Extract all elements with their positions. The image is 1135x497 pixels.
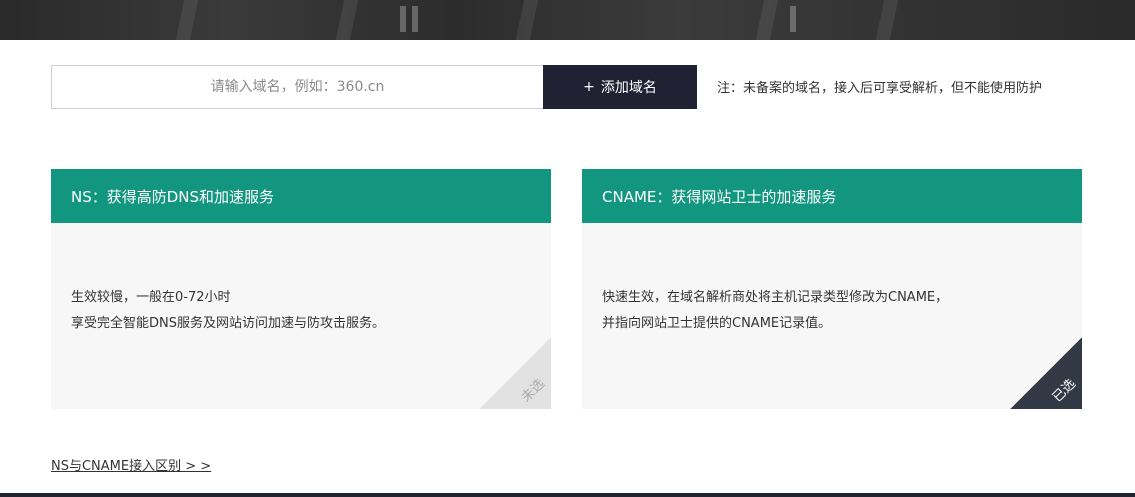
cname-card-line: 并指向网站卫士提供的CNAME记录值。 [602, 316, 832, 331]
footer-bar [0, 493, 1135, 497]
banner-decoration [790, 6, 796, 32]
unselected-corner-badge: 未选 [479, 337, 551, 409]
top-banner-image [0, 0, 1135, 40]
cname-card-description: 快速生效，在域名解析商处将主机记录类型修改为CNAME， 并指向网站卫士提供的C… [602, 285, 948, 337]
cname-card-title: CNAME：获得网站卫士的加速服务 [582, 169, 1082, 223]
domain-input[interactable] [51, 65, 543, 109]
corner-badge-label: 已选 [1049, 376, 1079, 406]
ns-cname-difference-link[interactable]: NS与CNAME接入区别 > > [51, 455, 211, 474]
cname-card-line: 快速生效，在域名解析商处将主机记录类型修改为CNAME， [602, 290, 949, 305]
banner-decoration [515, 0, 539, 40]
banner-decoration [400, 6, 406, 32]
ns-card-title: NS：获得高防DNS和加速服务 [51, 169, 551, 223]
cname-option-card[interactable]: CNAME：获得网站卫士的加速服务 快速生效，在域名解析商处将主机记录类型修改为… [582, 169, 1082, 409]
banner-decoration [755, 0, 779, 40]
ns-card-description: 生效较慢，一般在0-72小时 享受完全智能DNS服务及网站访问加速与防攻击服务。 [71, 285, 385, 337]
banner-decoration [412, 6, 418, 32]
banner-decoration [335, 0, 359, 40]
add-domain-button-label: 添加域名 [600, 80, 657, 96]
add-domain-button[interactable]: + 添加域名 [543, 65, 697, 109]
ns-card-line: 享受完全智能DNS服务及网站访问加速与防攻击服务。 [71, 316, 385, 331]
ns-option-card[interactable]: NS：获得高防DNS和加速服务 生效较慢，一般在0-72小时 享受完全智能DNS… [51, 169, 551, 409]
ns-card-line: 生效较慢，一般在0-72小时 [71, 290, 231, 305]
corner-badge-label: 未选 [518, 376, 548, 406]
banner-decoration [175, 0, 199, 40]
plus-icon: + [583, 79, 595, 95]
unregistered-domain-note: 注：未备案的域名，接入后可享受解析，但不能使用防护 [717, 81, 1043, 96]
banner-decoration [875, 0, 899, 40]
selected-corner-badge: 已选 [1010, 337, 1082, 409]
